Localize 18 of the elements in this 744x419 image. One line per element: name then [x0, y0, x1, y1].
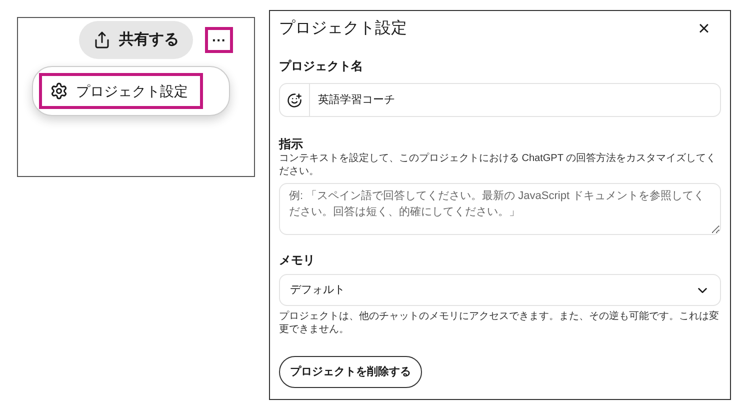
instructions-field[interactable]: 例: 「スペイン語で回答してください。最新の JavaScript ドキュメントを参照してください。回答は短く、的確にしてください。」	[279, 183, 721, 235]
upload-icon	[93, 31, 111, 49]
field-note: プロジェクトは、他のチャットのメモリにアクセスできます。また、その逆も可能です。これは変更できません。	[279, 311, 720, 336]
menu-item[interactable]: プロジェクト設定	[39, 73, 203, 109]
field-description: コンテキストを設定して、このプロジェクトにおける ChatGPT の回答方法をカスタマイズしてください。	[279, 153, 718, 178]
memory-select[interactable]: デフォルト	[279, 274, 721, 306]
project-name-field[interactable]: 英語学習コーチ	[310, 83, 721, 117]
more-button[interactable]: ···	[205, 27, 233, 53]
field-label: プロジェクト名	[279, 58, 364, 75]
emoji-icon	[287, 92, 302, 108]
settings-icon	[50, 82, 68, 100]
delete-project-button[interactable]: プロジェクトを削除する	[279, 356, 422, 388]
emoji-button[interactable]	[279, 83, 310, 117]
dialog-title: プロジェクト設定	[279, 18, 407, 39]
close-button[interactable]: ×	[693, 18, 715, 40]
field-label: メモリ	[279, 252, 316, 269]
share-button[interactable]: 共有する	[79, 21, 193, 59]
field-label: 指示	[279, 136, 304, 153]
